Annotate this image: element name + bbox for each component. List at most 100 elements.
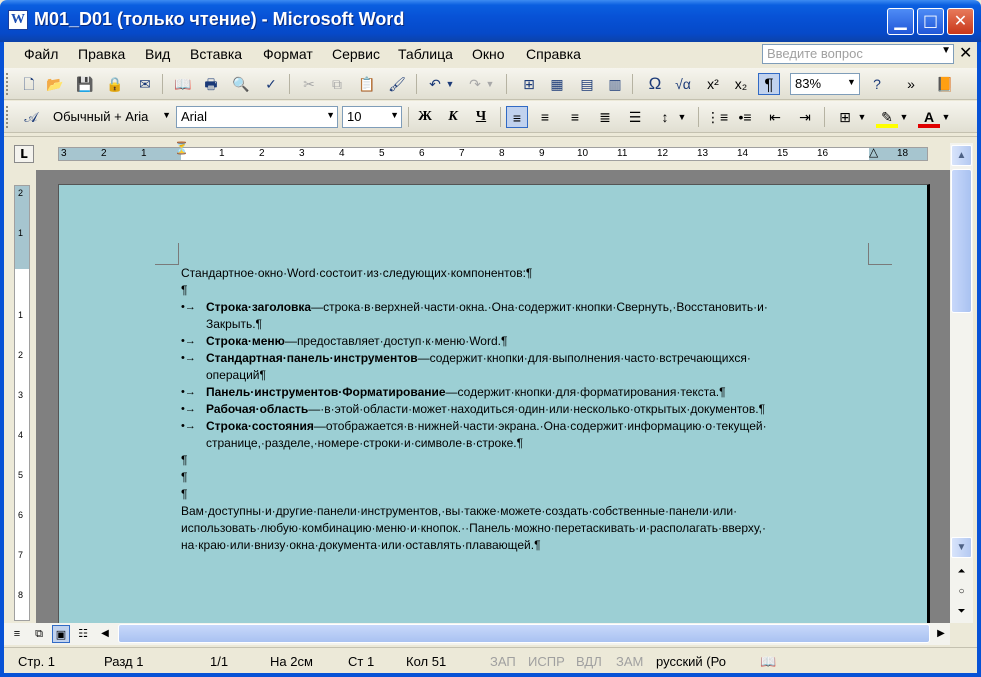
previous-page-icon[interactable]: ⏶ (951, 561, 972, 582)
font-color-icon[interactable]: A (918, 106, 940, 128)
menu-file[interactable]: Файл (24, 46, 58, 62)
chevron-down-icon[interactable]: ▼ (326, 110, 335, 120)
toolbar-grip[interactable] (6, 73, 9, 95)
vertical-ruler[interactable]: 2 1 1 2 3 4 5 6 7 8 (14, 185, 30, 621)
list-item[interactable]: •→ Строка·заголовка—строка·в·верхней·час… (181, 299, 881, 333)
chevron-down-icon[interactable]: ▼ (676, 106, 688, 128)
status-language[interactable]: русский (Ро (656, 654, 726, 669)
first-line-indent-marker[interactable]: ⏳ (174, 141, 189, 155)
spelling-status-icon[interactable]: 📖 (760, 654, 776, 670)
decrease-indent-icon[interactable]: ⇤ (764, 106, 786, 128)
email-icon[interactable]: ✉ (134, 73, 156, 95)
print-icon[interactable]: 🖶 (200, 73, 222, 95)
chevron-down-icon[interactable]: ▼ (940, 106, 952, 128)
italic-button[interactable]: К (442, 106, 464, 128)
bold-button[interactable]: Ж (414, 106, 436, 128)
font-select[interactable]: Arial ▼ (176, 106, 338, 128)
undo-icon[interactable]: ↶ (424, 73, 446, 95)
menu-view[interactable]: Вид (145, 46, 170, 62)
empty-paragraph[interactable]: ¶ (181, 486, 881, 503)
document-close-icon[interactable]: ✕ (959, 43, 972, 63)
style-select[interactable]: Обычный + Aria ▼ (48, 106, 174, 128)
highlight-icon[interactable]: ✎ (876, 106, 898, 128)
toolbar-grip[interactable] (6, 106, 9, 128)
justify-icon[interactable]: ≣ (594, 106, 616, 128)
empty-paragraph[interactable]: ¶ (181, 282, 881, 299)
list-item[interactable]: •→ Стандартная·панель·инструментов—содер… (181, 350, 881, 384)
word-icon[interactable]: W (8, 10, 28, 30)
research-icon[interactable]: 📖 (172, 73, 194, 95)
permission-icon[interactable]: 🔒 (104, 73, 126, 95)
menu-tools[interactable]: Сервис (332, 46, 380, 62)
toolbar-options-icon[interactable]: » (900, 73, 922, 95)
menu-table[interactable]: Таблица (398, 46, 453, 62)
document-workspace[interactable]: Стандартное·окно·Word·состоит·из·следующ… (36, 170, 950, 624)
scroll-up-icon[interactable]: ▲ (951, 145, 972, 166)
spelling-icon[interactable]: ✓ (260, 73, 282, 95)
scroll-right-icon[interactable]: ▶ (932, 625, 950, 643)
scroll-down-icon[interactable]: ▼ (951, 537, 972, 558)
cut-icon[interactable]: ✂ (298, 73, 320, 95)
zoom-select[interactable]: 83% ▼ (790, 73, 860, 95)
normal-view-icon[interactable]: ≡ (8, 625, 26, 643)
open-folder-icon[interactable]: 📂 (44, 73, 66, 95)
chevron-down-icon[interactable]: ▼ (162, 110, 171, 120)
print-layout-icon[interactable]: ▣ (52, 625, 70, 643)
vertical-scroll-thumb[interactable] (951, 169, 972, 313)
undo-dropdown-icon[interactable]: ▼ (444, 73, 456, 95)
underline-button[interactable]: Ч (470, 106, 492, 128)
equation-icon[interactable]: √α (672, 73, 694, 95)
chevron-down-icon[interactable]: ▼ (898, 106, 910, 128)
maximize-button[interactable]: □ (917, 8, 944, 35)
menu-edit[interactable]: Правка (78, 46, 125, 62)
horizontal-scrollbar[interactable]: ≡ ⧉ ▣ ☷ ◀ ▶ (4, 623, 950, 645)
document-text[interactable]: Стандартное·окно·Word·состоит·из·следующ… (181, 265, 881, 554)
menu-insert[interactable]: Вставка (190, 46, 242, 62)
scroll-left-icon[interactable]: ◀ (96, 625, 114, 643)
status-track-changes[interactable]: ИСПР (528, 654, 565, 669)
empty-paragraph[interactable]: ¶ (181, 469, 881, 486)
menu-help[interactable]: Справка (526, 46, 581, 62)
styles-pane-icon[interactable]: 𝒜 (20, 106, 42, 128)
intro-paragraph[interactable]: Стандартное·окно·Word·состоит·из·следующ… (181, 265, 881, 282)
redo-icon[interactable]: ↷ (464, 73, 486, 95)
horizontal-scroll-thumb[interactable] (118, 624, 930, 643)
bullets-icon[interactable]: •≡ (734, 106, 756, 128)
status-overtype[interactable]: ЗАМ (616, 654, 643, 669)
print-preview-icon[interactable]: 🔍 (230, 73, 252, 95)
menu-window[interactable]: Окно (472, 46, 505, 62)
select-browse-object-icon[interactable]: ○ (951, 581, 972, 602)
save-icon[interactable]: 💾 (74, 73, 96, 95)
distributed-icon[interactable]: ☰ (624, 106, 646, 128)
list-item[interactable]: •→ Рабочая·область—·в·этой·области·может… (181, 401, 881, 418)
next-page-icon[interactable]: ⏷ (951, 601, 972, 622)
redo-dropdown-icon[interactable]: ▼ (484, 73, 496, 95)
book-icon[interactable]: 📙 (934, 73, 956, 95)
subscript-icon[interactable]: x₂ (730, 73, 752, 95)
copy-icon[interactable]: ⧉ (326, 73, 348, 95)
close-button[interactable]: ✕ (947, 8, 974, 35)
numbering-icon[interactable]: ⋮≡ (706, 106, 728, 128)
status-extend[interactable]: ВДЛ (576, 654, 602, 669)
title-bar[interactable]: W M01_D01 (только чтение) - Microsoft Wo… (0, 0, 981, 42)
list-item[interactable]: •→ Строка·состояния—отображается·в·нижне… (181, 418, 881, 452)
show-formatting-icon[interactable]: ¶ (758, 73, 780, 95)
border-icon[interactable]: ⊞ (834, 106, 856, 128)
outline-view-icon[interactable]: ☷ (74, 625, 92, 643)
closing-paragraph[interactable]: Вам·доступны·и·другие·панели·инструменто… (181, 503, 881, 554)
empty-paragraph[interactable]: ¶ (181, 452, 881, 469)
new-document-icon[interactable]: 🗋 (18, 73, 40, 95)
omega-symbol-icon[interactable]: Ω (644, 73, 666, 95)
paste-icon[interactable]: 📋 (356, 73, 378, 95)
align-left-icon[interactable]: ≡ (506, 106, 528, 128)
vertical-scrollbar[interactable]: ▲ ▼ ⏶ ○ ⏷ (950, 143, 973, 623)
columns-icon[interactable]: ▥ (604, 73, 626, 95)
increase-indent-icon[interactable]: ⇥ (794, 106, 816, 128)
chevron-down-icon[interactable]: ▼ (847, 77, 856, 87)
table-icon[interactable]: ▦ (546, 73, 568, 95)
document-page[interactable]: Стандартное·окно·Word·состоит·из·следующ… (58, 184, 930, 624)
superscript-icon[interactable]: x² (702, 73, 724, 95)
align-center-icon[interactable]: ≡ (534, 106, 556, 128)
hyperlink-icon[interactable]: ⊞ (518, 73, 540, 95)
status-record-macro[interactable]: ЗАП (490, 654, 516, 669)
